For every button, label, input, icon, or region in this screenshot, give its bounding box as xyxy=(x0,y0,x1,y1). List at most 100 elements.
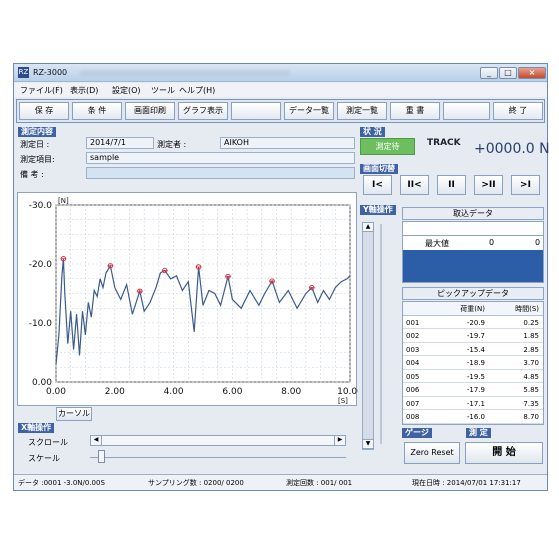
x-tick-label: 4.00 xyxy=(164,387,184,397)
pickup-cell: -19.7 xyxy=(466,332,485,340)
pickup-cell: 006 xyxy=(406,386,420,394)
nav-pause-button[interactable]: II xyxy=(437,175,466,195)
capture-header-row xyxy=(403,222,543,236)
y-tick-label: -10.0 xyxy=(29,319,53,329)
status-state-badge: 測定待 xyxy=(360,138,415,155)
nav-prev-button[interactable]: II< xyxy=(400,175,429,195)
overwrite-button[interactable]: 重 書 xyxy=(390,102,440,120)
menu-file[interactable]: ファイル(F) xyxy=(20,85,63,96)
pickup-row[interactable]: 001 -20.9 0.25 xyxy=(403,316,543,329)
pickup-row[interactable]: 007 -17.1 7.35 xyxy=(403,397,543,410)
toolbar: 保 存 条 件 画面印刷 グラフ表示 データ一覧 測定一覧 重 書 終 了 xyxy=(16,99,545,123)
pickup-cell: -16.0 xyxy=(466,413,485,421)
pickup-row[interactable]: 004 -18.9 3.70 xyxy=(403,356,543,370)
menu-bar: ファイル(F) 表示(D) 設定(O) ツール ヘルプ(H) xyxy=(14,83,547,97)
pickup-cell: 001 xyxy=(406,318,420,327)
blurred-title-path xyxy=(80,70,290,76)
zero-reset-button[interactable]: Zero Reset xyxy=(404,442,460,464)
status-section-label: 状 況 xyxy=(360,127,385,137)
pickup-cell: -17.9 xyxy=(466,386,485,394)
note-field[interactable] xyxy=(86,167,355,179)
pickup-header-row: 荷重(N) 時間(S) xyxy=(403,302,543,316)
window-title: RZ-3000 xyxy=(33,68,68,77)
pickup-cell: 002 xyxy=(406,332,420,340)
pickup-row[interactable]: 008 -16.0 8.70 xyxy=(403,410,543,424)
measure-label: 測 定 xyxy=(466,428,491,438)
pickup-header-cell: 荷重(N) xyxy=(460,305,485,313)
yaxis-scrollbar[interactable]: ▲ ▼ xyxy=(362,222,374,450)
pickup-cell: 3.70 xyxy=(523,359,539,367)
pickup-row[interactable]: 006 -17.9 5.85 xyxy=(403,383,543,397)
scale-label: スケール xyxy=(28,454,60,463)
toolbar-blank-1[interactable] xyxy=(231,102,281,120)
exit-button[interactable]: 終 了 xyxy=(493,102,543,120)
nav-first-button[interactable]: I< xyxy=(363,175,392,195)
capture-max-value-b: 0 xyxy=(535,238,541,247)
start-button[interactable]: 開 始 xyxy=(465,442,543,464)
pickup-cell: 004 xyxy=(406,359,420,367)
data-list-button[interactable]: データ一覧 xyxy=(284,102,334,120)
scale-slider-thumb[interactable] xyxy=(98,450,105,463)
maximize-button[interactable]: □ xyxy=(499,67,517,79)
menu-tools[interactable]: ツール xyxy=(151,85,175,96)
pickup-cell: 0.25 xyxy=(523,318,539,327)
close-button[interactable]: × xyxy=(518,67,546,79)
capture-max-value-a: 0 xyxy=(489,238,495,247)
print-screen-button[interactable]: 画面印刷 xyxy=(125,102,175,120)
chart-svg: -30.0-20.0-10.00.000.00 2.00 4.00 6.00 8.00 1… xyxy=(29,197,358,405)
condition-button[interactable]: 条 件 xyxy=(72,102,122,120)
yaxis-scale-ticks[interactable] xyxy=(378,224,384,444)
scroll-label: スクロール xyxy=(28,438,68,447)
pickup-row[interactable]: 005 -19.5 4.85 xyxy=(403,370,543,383)
cursor-button[interactable]: カーソル xyxy=(56,407,92,421)
y-tick-label: -30.0 xyxy=(29,201,53,211)
toolbar-blank-2[interactable] xyxy=(443,102,490,120)
note-label: 備 考 : xyxy=(20,170,44,179)
pickup-cell: 003 xyxy=(406,345,420,354)
y-axis-label: [N] xyxy=(58,197,69,205)
measure-list-button[interactable]: 測定一覧 xyxy=(337,102,387,120)
xaxis-scrollbar[interactable]: ◀ ▶ xyxy=(90,435,346,446)
title-bar[interactable]: RZ RZ-3000 _ □ × xyxy=(14,64,547,82)
save-button[interactable]: 保 存 xyxy=(19,102,69,120)
graph-view-button[interactable]: グラフ表示 xyxy=(178,102,228,120)
status-bar: データ :0001 -3.0N/0.00S サンプリング数 : 0200/ 02… xyxy=(14,474,547,490)
pickup-cell: -17.1 xyxy=(466,399,485,408)
capture-panel: 最大値 0 0 xyxy=(402,221,544,283)
pickup-row[interactable]: 002 -19.7 1.85 xyxy=(403,329,543,343)
date-field[interactable]: 2014/7/1 xyxy=(86,137,154,149)
scroll-left-arrow-icon[interactable]: ◀ xyxy=(90,435,102,446)
x-axis-label: [S] xyxy=(338,397,348,405)
pickup-cell: -20.9 xyxy=(466,318,485,327)
pickup-cell: -15.4 xyxy=(466,345,485,354)
status-datetime: 現在日時 : 2014/07/01 17:31:17 xyxy=(412,479,521,487)
menu-view[interactable]: 表示(D) xyxy=(70,85,98,96)
status-data: データ :0001 -3.0N/0.00S xyxy=(18,479,105,487)
xaxis-op-label: X軸操作 xyxy=(18,423,55,433)
menu-help[interactable]: ヘルプ(H) xyxy=(179,85,215,96)
x-tick-label: 6.00 xyxy=(222,387,242,397)
capture-max-label: 最大値 xyxy=(425,239,449,248)
pickup-cell: -18.9 xyxy=(466,359,485,367)
scroll-right-arrow-icon[interactable]: ▶ xyxy=(334,435,346,446)
pickup-cell: 7.35 xyxy=(523,399,539,408)
yaxis-down-arrow-icon[interactable]: ▼ xyxy=(362,439,374,449)
nav-last-button[interactable]: >I xyxy=(511,175,540,195)
person-field[interactable]: AIKOH xyxy=(220,137,355,149)
pickup-table: 荷重(N) 時間(S) 001 -20.9 0.25 002 -19.7 1.85 003 -15… xyxy=(402,301,544,425)
force-chart: -30.0 -20.0 -10.0 0.00 0.00 2.00 4.00 6.00 8.00 1… xyxy=(17,192,358,406)
nav-next-button[interactable]: >II xyxy=(474,175,503,195)
gauge-label: ゲージ xyxy=(402,428,432,438)
status-sampling: サンプリング数 : 0200/ 0200 xyxy=(148,479,244,487)
pickup-cell: 2.85 xyxy=(523,345,539,354)
yaxis-up-arrow-icon[interactable]: ▲ xyxy=(362,222,374,232)
pickup-row[interactable]: 003 -15.4 2.85 xyxy=(403,343,543,356)
minimize-button[interactable]: _ xyxy=(480,67,498,79)
x-tick-label: 10.00 xyxy=(337,387,358,397)
item-field[interactable]: sample xyxy=(86,152,355,164)
status-count: 測定回数 : 001/ 001 xyxy=(286,479,353,487)
item-label: 測定項目: xyxy=(20,155,55,164)
menu-settings[interactable]: 設定(O) xyxy=(112,85,141,96)
pickup-title: ピックアップデータ xyxy=(402,287,544,300)
pickup-cell: 008 xyxy=(406,413,420,421)
